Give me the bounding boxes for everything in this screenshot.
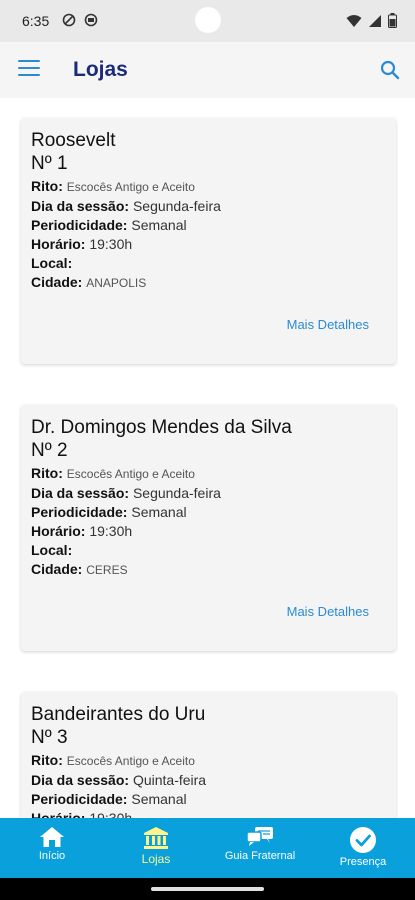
- nav-label: Início: [38, 850, 66, 862]
- periodicidade-value: Semanal: [131, 791, 187, 807]
- nav-guia-fraternal[interactable]: Guia Fraternal: [210, 818, 310, 878]
- signal-icon: [369, 14, 381, 27]
- horario-value: 19:30h: [89, 523, 133, 539]
- dia-row: Dia da sessão: Quinta-feira: [31, 771, 386, 790]
- dia-row: Dia da sessão: Segunda-feira: [31, 197, 386, 216]
- gesture-bar: [0, 878, 415, 900]
- status-time: 6:35: [22, 13, 50, 29]
- app-bar: Lojas: [0, 42, 415, 98]
- dia-label: Dia da sessão:: [31, 485, 130, 501]
- do-not-disturb-icon: [62, 13, 76, 27]
- cidade-label: Cidade:: [31, 274, 83, 290]
- rito-row: Rito: Escocês Antigo e Aceito: [31, 464, 386, 484]
- local-row: Local:: [31, 541, 386, 560]
- camera-cutout: [195, 7, 221, 33]
- lodge-list[interactable]: Roosevelt Nº 1 Rito: Escocês Antigo e Ac…: [0, 98, 415, 818]
- home-gesture-handle[interactable]: [151, 887, 264, 891]
- horario-value: 19:30h: [89, 236, 133, 252]
- dia-value: Segunda-feira: [132, 485, 221, 501]
- lodge-card[interactable]: Bandeirantes do Uru Nº 3 Rito: Escocês A…: [21, 692, 396, 818]
- page-title: Lojas: [73, 58, 128, 81]
- home-icon: [40, 827, 64, 847]
- lodge-number: Nº 2: [31, 440, 68, 461]
- dia-label: Dia da sessão:: [31, 198, 130, 214]
- horario-label: Horário:: [31, 236, 86, 252]
- horario-label: Horário:: [31, 810, 86, 818]
- lodge-name: Dr. Domingos Mendes da Silva: [31, 417, 292, 438]
- search-icon[interactable]: [379, 59, 401, 81]
- rito-label: Rito:: [31, 752, 63, 768]
- lodge-number: Nº 3: [31, 727, 68, 748]
- horario-label: Horário:: [31, 523, 86, 539]
- rito-row: Rito: Escocês Antigo e Aceito: [31, 751, 386, 771]
- lodge-card[interactable]: Dr. Domingos Mendes da Silva Nº 2 Rito: …: [21, 405, 396, 651]
- periodicidade-row: Periodicidade: Semanal: [31, 216, 386, 235]
- periodicidade-row: Periodicidade: Semanal: [31, 503, 386, 522]
- periodicidade-label: Periodicidade:: [31, 791, 128, 807]
- lodge-name: Roosevelt: [31, 130, 116, 151]
- cidade-value: ANAPOLIS: [86, 276, 147, 290]
- rito-value: Escocês Antigo e Aceito: [66, 467, 195, 481]
- more-details-link[interactable]: Mais Detalhes: [287, 317, 369, 332]
- nav-presenca[interactable]: Presença: [313, 818, 413, 878]
- wifi-icon: [346, 14, 362, 27]
- rito-label: Rito:: [31, 465, 63, 481]
- horario-value: 19:30h: [89, 810, 133, 818]
- horario-row: Horário: 19:30h: [31, 522, 386, 541]
- horario-row: Horário: 19:30h: [31, 235, 386, 254]
- cidade-label: Cidade:: [31, 561, 83, 577]
- dia-value: Segunda-feira: [132, 198, 221, 214]
- lodge-card[interactable]: Roosevelt Nº 1 Rito: Escocês Antigo e Ac…: [21, 118, 396, 364]
- local-label: Local:: [31, 255, 73, 271]
- periodicidade-row: Periodicidade: Semanal: [31, 790, 386, 809]
- bottom-nav: Início Lojas Guia Fraternal Presença: [0, 818, 415, 878]
- more-details-link[interactable]: Mais Detalhes: [287, 604, 369, 619]
- periodicidade-label: Periodicidade:: [31, 504, 128, 520]
- battery-icon: [388, 13, 397, 28]
- rito-value: Escocês Antigo e Aceito: [66, 754, 195, 768]
- nav-label: Presença: [339, 856, 387, 868]
- nav-inicio[interactable]: Início: [2, 818, 102, 878]
- dia-value: Quinta-feira: [132, 772, 207, 788]
- lodge-name: Bandeirantes do Uru: [31, 704, 206, 725]
- local-label: Local:: [31, 542, 73, 558]
- cidade-row: Cidade: ANAPOLIS: [31, 273, 386, 293]
- nav-label: Guia Fraternal: [224, 850, 296, 862]
- status-bar: 6:35: [0, 0, 415, 42]
- dia-label: Dia da sessão:: [31, 772, 130, 788]
- rito-value: Escocês Antigo e Aceito: [66, 180, 195, 194]
- horario-row: Horário: 19:30h: [31, 809, 386, 818]
- lodge-number: Nº 1: [31, 153, 68, 174]
- cidade-row: Cidade: CERES: [31, 560, 386, 580]
- chat-icon: [246, 827, 273, 846]
- cidade-value: CERES: [86, 563, 128, 577]
- bank-icon: [144, 827, 168, 849]
- periodicidade-value: Semanal: [131, 504, 187, 520]
- dia-row: Dia da sessão: Segunda-feira: [31, 484, 386, 503]
- periodicidade-label: Periodicidade:: [31, 217, 128, 233]
- vpn-icon: [84, 13, 98, 27]
- periodicidade-value: Semanal: [131, 217, 187, 233]
- check-circle-icon: [350, 827, 376, 853]
- local-row: Local:: [31, 254, 386, 273]
- rito-label: Rito:: [31, 178, 63, 194]
- rito-row: Rito: Escocês Antigo e Aceito: [31, 177, 386, 197]
- menu-icon[interactable]: [18, 60, 40, 80]
- nav-lojas[interactable]: Lojas: [106, 818, 206, 878]
- status-right-icons: [346, 13, 397, 28]
- nav-label: Lojas: [141, 852, 171, 866]
